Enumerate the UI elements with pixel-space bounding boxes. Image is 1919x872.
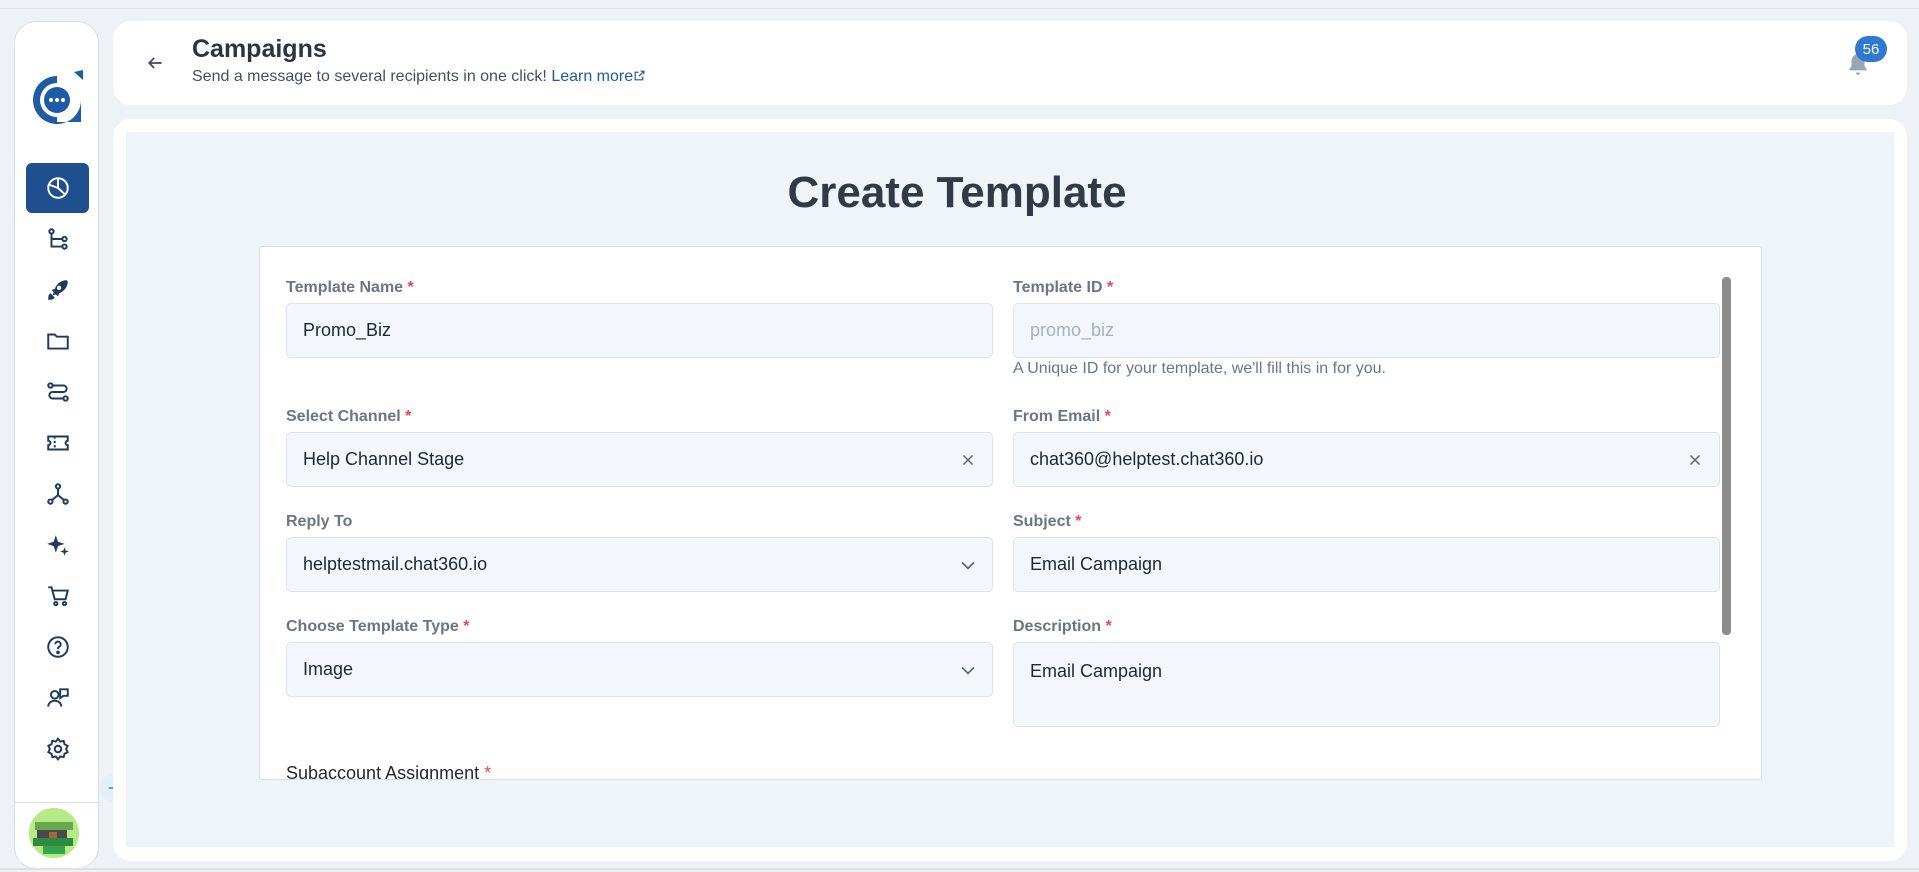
arrow-left-icon [147, 57, 162, 69]
nav-routes[interactable] [26, 367, 89, 417]
description-textarea[interactable]: Email Campaign [1013, 642, 1720, 727]
analytics-pie-icon [46, 177, 69, 199]
chevron-down-icon [961, 561, 975, 570]
folder-icon [46, 333, 69, 350]
clear-from-email-button[interactable] [1685, 450, 1705, 470]
template-type-label: Choose Template Type * [286, 618, 470, 635]
flow-tree-icon [47, 228, 68, 250]
top-border [0, 8, 1919, 9]
nav-settings[interactable] [26, 724, 89, 774]
nav-commerce[interactable] [26, 571, 89, 621]
template-type-select[interactable]: Image [286, 642, 993, 697]
learn-more-link[interactable]: Learn more [551, 68, 646, 85]
reply-to-dropdown-toggle[interactable] [958, 555, 978, 575]
network-icon [46, 483, 69, 505]
template-id-label: Template ID * [1013, 279, 1114, 296]
learn-more-label: Learn more [551, 68, 634, 85]
from-email-select[interactable]: chat360@helptest.chat360.io [1013, 432, 1720, 487]
nav-help[interactable] [26, 622, 89, 672]
template-name-value: Promo_Biz [303, 320, 392, 340]
external-link-icon [634, 70, 645, 81]
notification-count-badge: 56 [1855, 36, 1887, 62]
reply-to-value: helptestmail.chat360.io [303, 554, 488, 574]
template-name-label: Template Name * [286, 279, 414, 296]
description-label: Description * [1013, 618, 1112, 635]
rocket-icon [47, 280, 68, 300]
nav-ai[interactable] [26, 520, 89, 570]
subject-label: Subject * [1013, 513, 1082, 530]
nav-support[interactable] [26, 673, 89, 723]
page-header: Campaigns Send a message to several reci… [113, 21, 1907, 105]
template-form-card: Template Name * Promo_Biz Template ID * … [259, 246, 1762, 780]
nav-campaigns[interactable] [26, 265, 89, 315]
route-icon [46, 382, 69, 402]
template-type-value: Image [303, 659, 354, 679]
form-title: Create Template [787, 168, 1127, 217]
app-logo[interactable] [30, 70, 84, 128]
select-channel-value: Help Channel Stage [303, 449, 465, 469]
description-value: Email Campaign [1030, 661, 1163, 681]
settings-gear-icon [46, 737, 69, 761]
sidebar [14, 21, 128, 869]
ticket-icon [46, 435, 69, 451]
select-channel-label: Select Channel * [286, 408, 412, 425]
close-icon [962, 454, 974, 465]
subject-input[interactable]: Email Campaign [1013, 537, 1720, 592]
help-circle-icon [46, 636, 69, 658]
sidebar-divider [15, 802, 100, 803]
template-id-placeholder: promo_biz [1030, 320, 1115, 340]
subtitle-text: Send a message to several recipients in … [192, 68, 547, 85]
nav-flows[interactable] [26, 214, 89, 264]
back-button[interactable] [143, 51, 167, 75]
template-id-input: promo_biz [1013, 303, 1720, 358]
template-id-hint: A Unique ID for your template, we'll fil… [1013, 360, 1386, 377]
reply-to-select[interactable]: helptestmail.chat360.io [286, 537, 993, 592]
avatar[interactable] [29, 808, 79, 858]
clear-channel-button[interactable] [958, 450, 978, 470]
from-email-value: chat360@helptest.chat360.io [1030, 449, 1264, 469]
subject-value: Email Campaign [1030, 554, 1163, 574]
nav-tickets[interactable] [26, 418, 89, 468]
select-channel-select[interactable]: Help Channel Stage [286, 432, 993, 487]
sparkles-icon [46, 535, 69, 556]
form-container: Create Template Template Name * Promo_Bi… [126, 132, 1894, 847]
from-email-label: From Email * [1013, 408, 1111, 425]
subaccount-assignment-label: Subaccount Assignment * [286, 763, 492, 780]
reply-to-label: Reply To [286, 513, 353, 530]
main-content: Create Template Template Name * Promo_Bi… [113, 119, 1907, 861]
form-scrollbar[interactable] [1722, 277, 1731, 635]
template-type-dropdown-toggle[interactable] [958, 660, 978, 680]
cart-icon [47, 586, 69, 607]
nav-files[interactable] [26, 316, 89, 366]
template-name-input[interactable]: Promo_Biz [286, 303, 993, 358]
page-title: Campaigns [192, 35, 327, 63]
nav-integrations[interactable] [26, 469, 89, 519]
bottom-border [0, 868, 1919, 870]
chevron-down-icon [961, 666, 975, 675]
page-subtitle: Send a message to several recipients in … [192, 68, 646, 86]
nav-analytics[interactable] [26, 163, 89, 213]
close-icon [1689, 454, 1701, 465]
support-agent-icon [46, 688, 69, 707]
